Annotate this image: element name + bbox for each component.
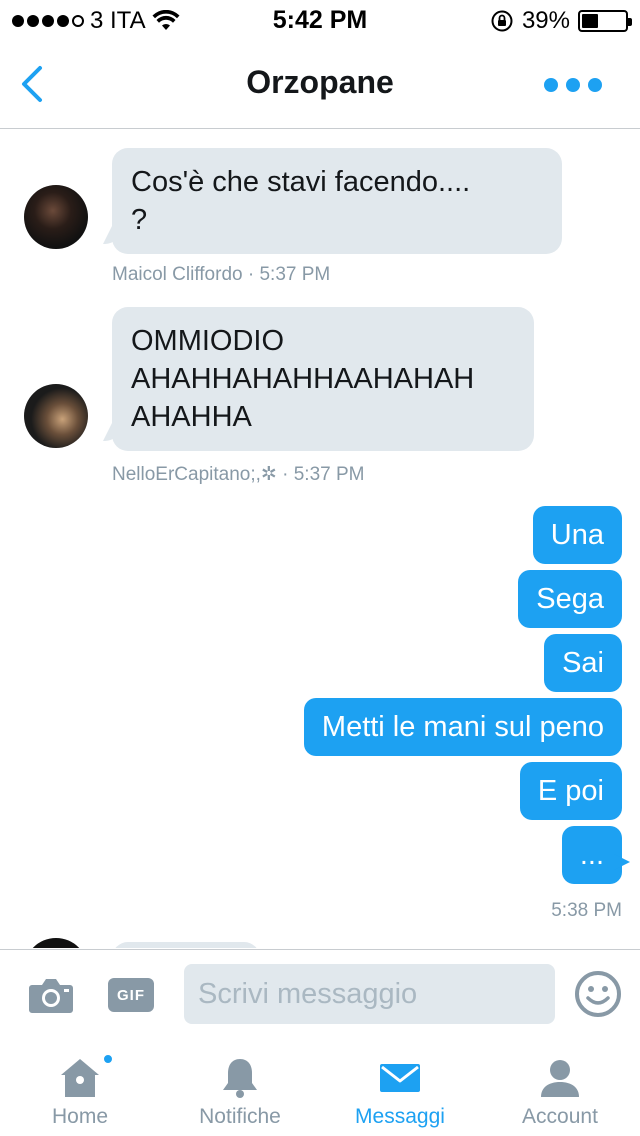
outgoing-message-bubble[interactable]: E poi (519, 762, 622, 820)
outgoing-message-bubble[interactable]: Sega (518, 570, 622, 628)
avatar[interactable] (24, 185, 88, 249)
message-input[interactable] (184, 964, 555, 1024)
tab-label: Notifiche (199, 1105, 281, 1128)
message-text-line: ? (131, 204, 148, 236)
avatar[interactable] (24, 384, 88, 448)
message-text-line: OMMIODIO (131, 325, 285, 357)
battery-percent: 39% (521, 7, 570, 34)
sender-name: Maicol Cliffordo (112, 264, 243, 285)
message-meta: NelloErCapitano;,✲ · 5:37 PM (112, 463, 365, 486)
tab-label: Messaggi (355, 1105, 445, 1128)
outgoing-message-bubble[interactable]: Una (532, 506, 622, 564)
outgoing-message-bubble[interactable]: Sai (544, 634, 622, 692)
home-icon (61, 1059, 99, 1097)
battery-icon (578, 10, 632, 32)
incoming-message-bubble[interactable]: Cos'è che stavi facendo.... ? (112, 148, 562, 254)
bell-icon (223, 1059, 257, 1098)
tab-account[interactable]: Account (480, 1041, 640, 1136)
more-options-icon[interactable] (544, 78, 602, 92)
tab-home[interactable]: Home (0, 1041, 160, 1136)
tab-label: Home (51, 1105, 109, 1128)
avatar[interactable] (24, 938, 88, 948)
tab-messages[interactable]: Messaggi (320, 1041, 480, 1136)
incoming-message-bubble[interactable] (112, 942, 260, 948)
outgoing-message-bubble[interactable]: ... (561, 826, 622, 884)
incoming-message-bubble[interactable]: OMMIODIO AHAHHAHAHHAAHAHAH AHAHHA (112, 307, 534, 451)
rotation-lock-icon (491, 10, 513, 32)
sender-name: NelloErCapitano;,✲ (112, 464, 277, 485)
message-composer: GIF (0, 949, 640, 1041)
message-text-line: AHAHHA (131, 401, 252, 433)
status-bar: 3 ITA 5:42 PM 39% (0, 0, 640, 40)
notification-badge (102, 1053, 114, 1065)
message-time: 5:37 PM (293, 464, 365, 485)
tab-bar: Home Notifiche Messaggi Account (0, 1041, 640, 1136)
camera-icon[interactable] (28, 976, 74, 1014)
message-time: 5:38 PM (551, 900, 622, 921)
emoji-icon[interactable] (574, 970, 622, 1018)
tab-notifications[interactable]: Notifiche (160, 1041, 320, 1136)
conversation-header: Orzopane (0, 40, 640, 129)
tab-label: Account (522, 1105, 598, 1128)
message-text-line: AHAHHAHAHHAAHAHAH (131, 363, 475, 395)
meta-separator: · (247, 264, 255, 285)
gif-button[interactable]: GIF (108, 978, 154, 1012)
outgoing-message-bubble[interactable]: Metti le mani sul peno (303, 698, 622, 756)
message-thread[interactable]: Cos'è che stavi facendo.... ? Maicol Cli… (0, 130, 640, 948)
message-meta: Maicol Cliffordo · 5:37 PM (112, 264, 330, 286)
envelope-icon (380, 1064, 420, 1092)
message-text-line: Cos'è che stavi facendo.... (131, 166, 471, 198)
battery-status: 39% (490, 7, 632, 35)
message-time: 5:37 PM (259, 264, 331, 285)
meta-separator: · (282, 464, 289, 485)
person-icon (541, 1060, 579, 1097)
